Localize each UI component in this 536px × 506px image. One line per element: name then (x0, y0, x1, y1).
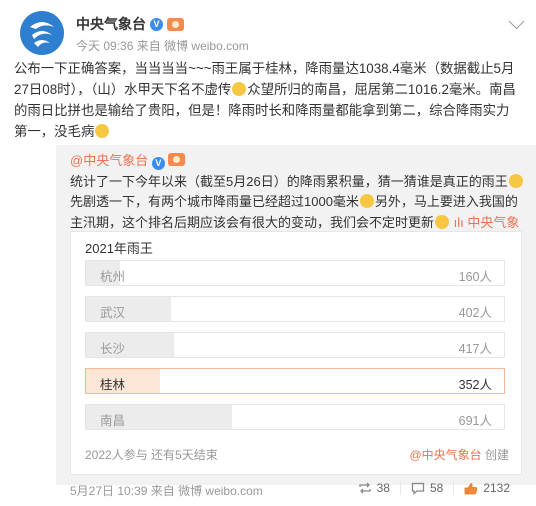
cool-emoji-icon (359, 194, 374, 208)
poll-option-count: 160人 (458, 270, 492, 284)
grin-emoji-icon (232, 82, 247, 96)
poll-option-count: 402人 (458, 306, 492, 320)
repost-count: 38 (376, 481, 390, 495)
vip-icon (168, 153, 186, 166)
thinking-emoji-icon (508, 173, 523, 188)
like-button[interactable]: 2132 (453, 481, 520, 495)
repost-meta: 5月27日 10:39 来自 微博 weibo.com (70, 482, 263, 499)
poll-option-count: 352人 (458, 378, 492, 392)
poll-option[interactable]: 武汉 402人 (85, 296, 505, 322)
cool-emoji-icon (95, 124, 110, 138)
poll-option[interactable]: 南昌 691人 (85, 404, 505, 430)
poll-footer: 2022人参与 还有5天结束 (85, 448, 218, 462)
poll-option-selected[interactable]: 桂林 352人 (85, 368, 505, 394)
repost-time[interactable]: 5月27日 10:39 (70, 484, 147, 498)
repost-text-part-1: 统计了一下今年以来（截至5月26日）的降雨累积量，猜一猜谁是真正的雨王 (70, 173, 508, 189)
source-prefix: 来自 (136, 39, 161, 53)
comment-button[interactable]: 58 (399, 481, 453, 495)
action-bar: 38 58 2132 (348, 481, 520, 495)
comment-count: 58 (429, 481, 444, 495)
repost-icon (358, 482, 371, 494)
post-text: 公布一下正确答案，当当当当~~~雨王属于桂林，降雨量达1038.4毫米（数据截止… (14, 58, 522, 142)
poll-option-fill (86, 297, 172, 321)
source-prefix: 来自 (150, 484, 175, 498)
post-source: 微博 weibo.com (164, 39, 249, 53)
thumbs-up-icon (464, 482, 478, 494)
smile-emoji-icon (435, 214, 450, 229)
verified-icon: V (150, 17, 163, 31)
poll-option-label: 南昌 (100, 414, 126, 428)
poll-creator-suffix: 创建 (484, 448, 509, 462)
author-avatar[interactable] (20, 11, 64, 55)
author-name[interactable]: 中央气象台 (76, 14, 146, 34)
poll-title: 2021年雨王 (85, 241, 153, 256)
poll-option-label: 杭州 (100, 270, 126, 284)
poll-creator-name[interactable]: @中央气象台 (409, 448, 481, 462)
repost-text-part-2: 先剧透一下，有两个城市降雨量已经超过1000毫米 (70, 194, 359, 209)
chevron-down-icon[interactable] (508, 13, 525, 30)
post-time[interactable]: 今天 09:36 (76, 39, 133, 53)
post-header: 中央气象台 V 今天 09:36 来自 微博 weibo.com (10, 8, 526, 56)
repost-button[interactable]: 38 (348, 481, 400, 495)
weather-logo-icon (20, 11, 64, 55)
poll-option-count: 691人 (458, 414, 492, 428)
author-name-row: 中央气象台 V (76, 14, 184, 34)
poll-card: 2021年雨王 杭州 160人 武汉 402人 长沙 417人 桂林 352人 … (70, 231, 522, 475)
poll-option[interactable]: 长沙 417人 (85, 332, 505, 358)
comment-icon (411, 482, 425, 495)
repost-source: 微博 weibo.com (178, 484, 263, 498)
repost-author[interactable]: @中央气象台 (70, 153, 148, 168)
vip-icon (167, 17, 184, 31)
repost-footer: 5月27日 10:39 来自 微博 weibo.com 38 58 2132 (0, 478, 536, 506)
poll-option-count: 417人 (458, 342, 492, 356)
poll-option-label: 武汉 (100, 306, 126, 320)
repost-card: @中央气象台 V 统计了一下今年以来（截至5月26日）的降雨累积量，猜一猜谁是真… (56, 145, 536, 485)
poll-option-label: 长沙 (100, 342, 126, 356)
post-meta: 今天 09:36 来自 微博 weibo.com (76, 37, 249, 54)
poll-option-label: 桂林 (100, 378, 126, 392)
poll-creator: @中央气象台 创建 (409, 446, 509, 463)
verified-icon: V (151, 157, 165, 170)
poll-option[interactable]: 杭州 160人 (85, 260, 505, 286)
like-count: 2132 (483, 481, 510, 495)
poll-link-icon: ılı (453, 214, 468, 230)
